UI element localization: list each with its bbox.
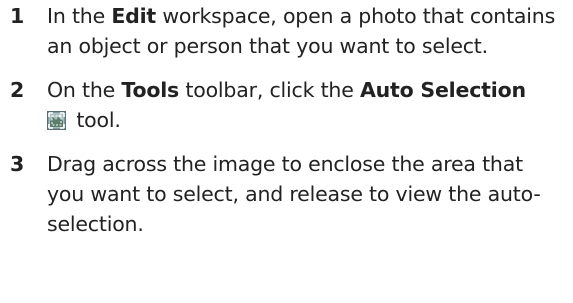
step-2: 2 On the Tools toolbar, click the Auto S… (0, 75, 573, 135)
step-text-pre: In the (47, 4, 112, 28)
step-number: 3 (10, 152, 25, 176)
tools-toolbar-label: Tools (121, 78, 180, 102)
step-text: Drag across the image to enclose the are… (47, 152, 541, 236)
step-number: 2 (10, 78, 25, 102)
instruction-steps: 1 In the Edit workspace, open a photo th… (0, 0, 573, 239)
auto-selection-label: Auto Selection (359, 78, 526, 102)
step-1: 1 In the Edit workspace, open a photo th… (0, 1, 573, 61)
step-number: 1 (10, 4, 25, 28)
step-text-pre: On the (47, 78, 122, 102)
edit-workspace-label: Edit (111, 4, 157, 28)
step-text-mid: toolbar, click the (179, 78, 360, 102)
step-text-post: tool. (70, 108, 121, 132)
auto-selection-icon (47, 111, 66, 130)
step-3: 3 Drag across the image to enclose the a… (0, 149, 573, 239)
